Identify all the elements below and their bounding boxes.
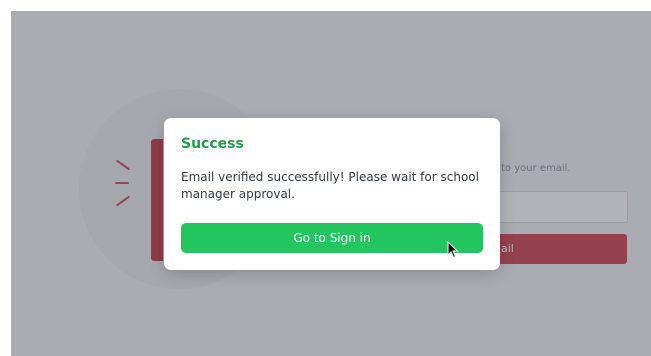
arrow-cursor-icon — [447, 241, 459, 259]
dialog-message: Email verified successfully! Please wait… — [181, 170, 479, 201]
dialog-title: Success — [181, 136, 244, 152]
go-to-sign-in-button[interactable]: Go to Sign in — [181, 223, 483, 253]
